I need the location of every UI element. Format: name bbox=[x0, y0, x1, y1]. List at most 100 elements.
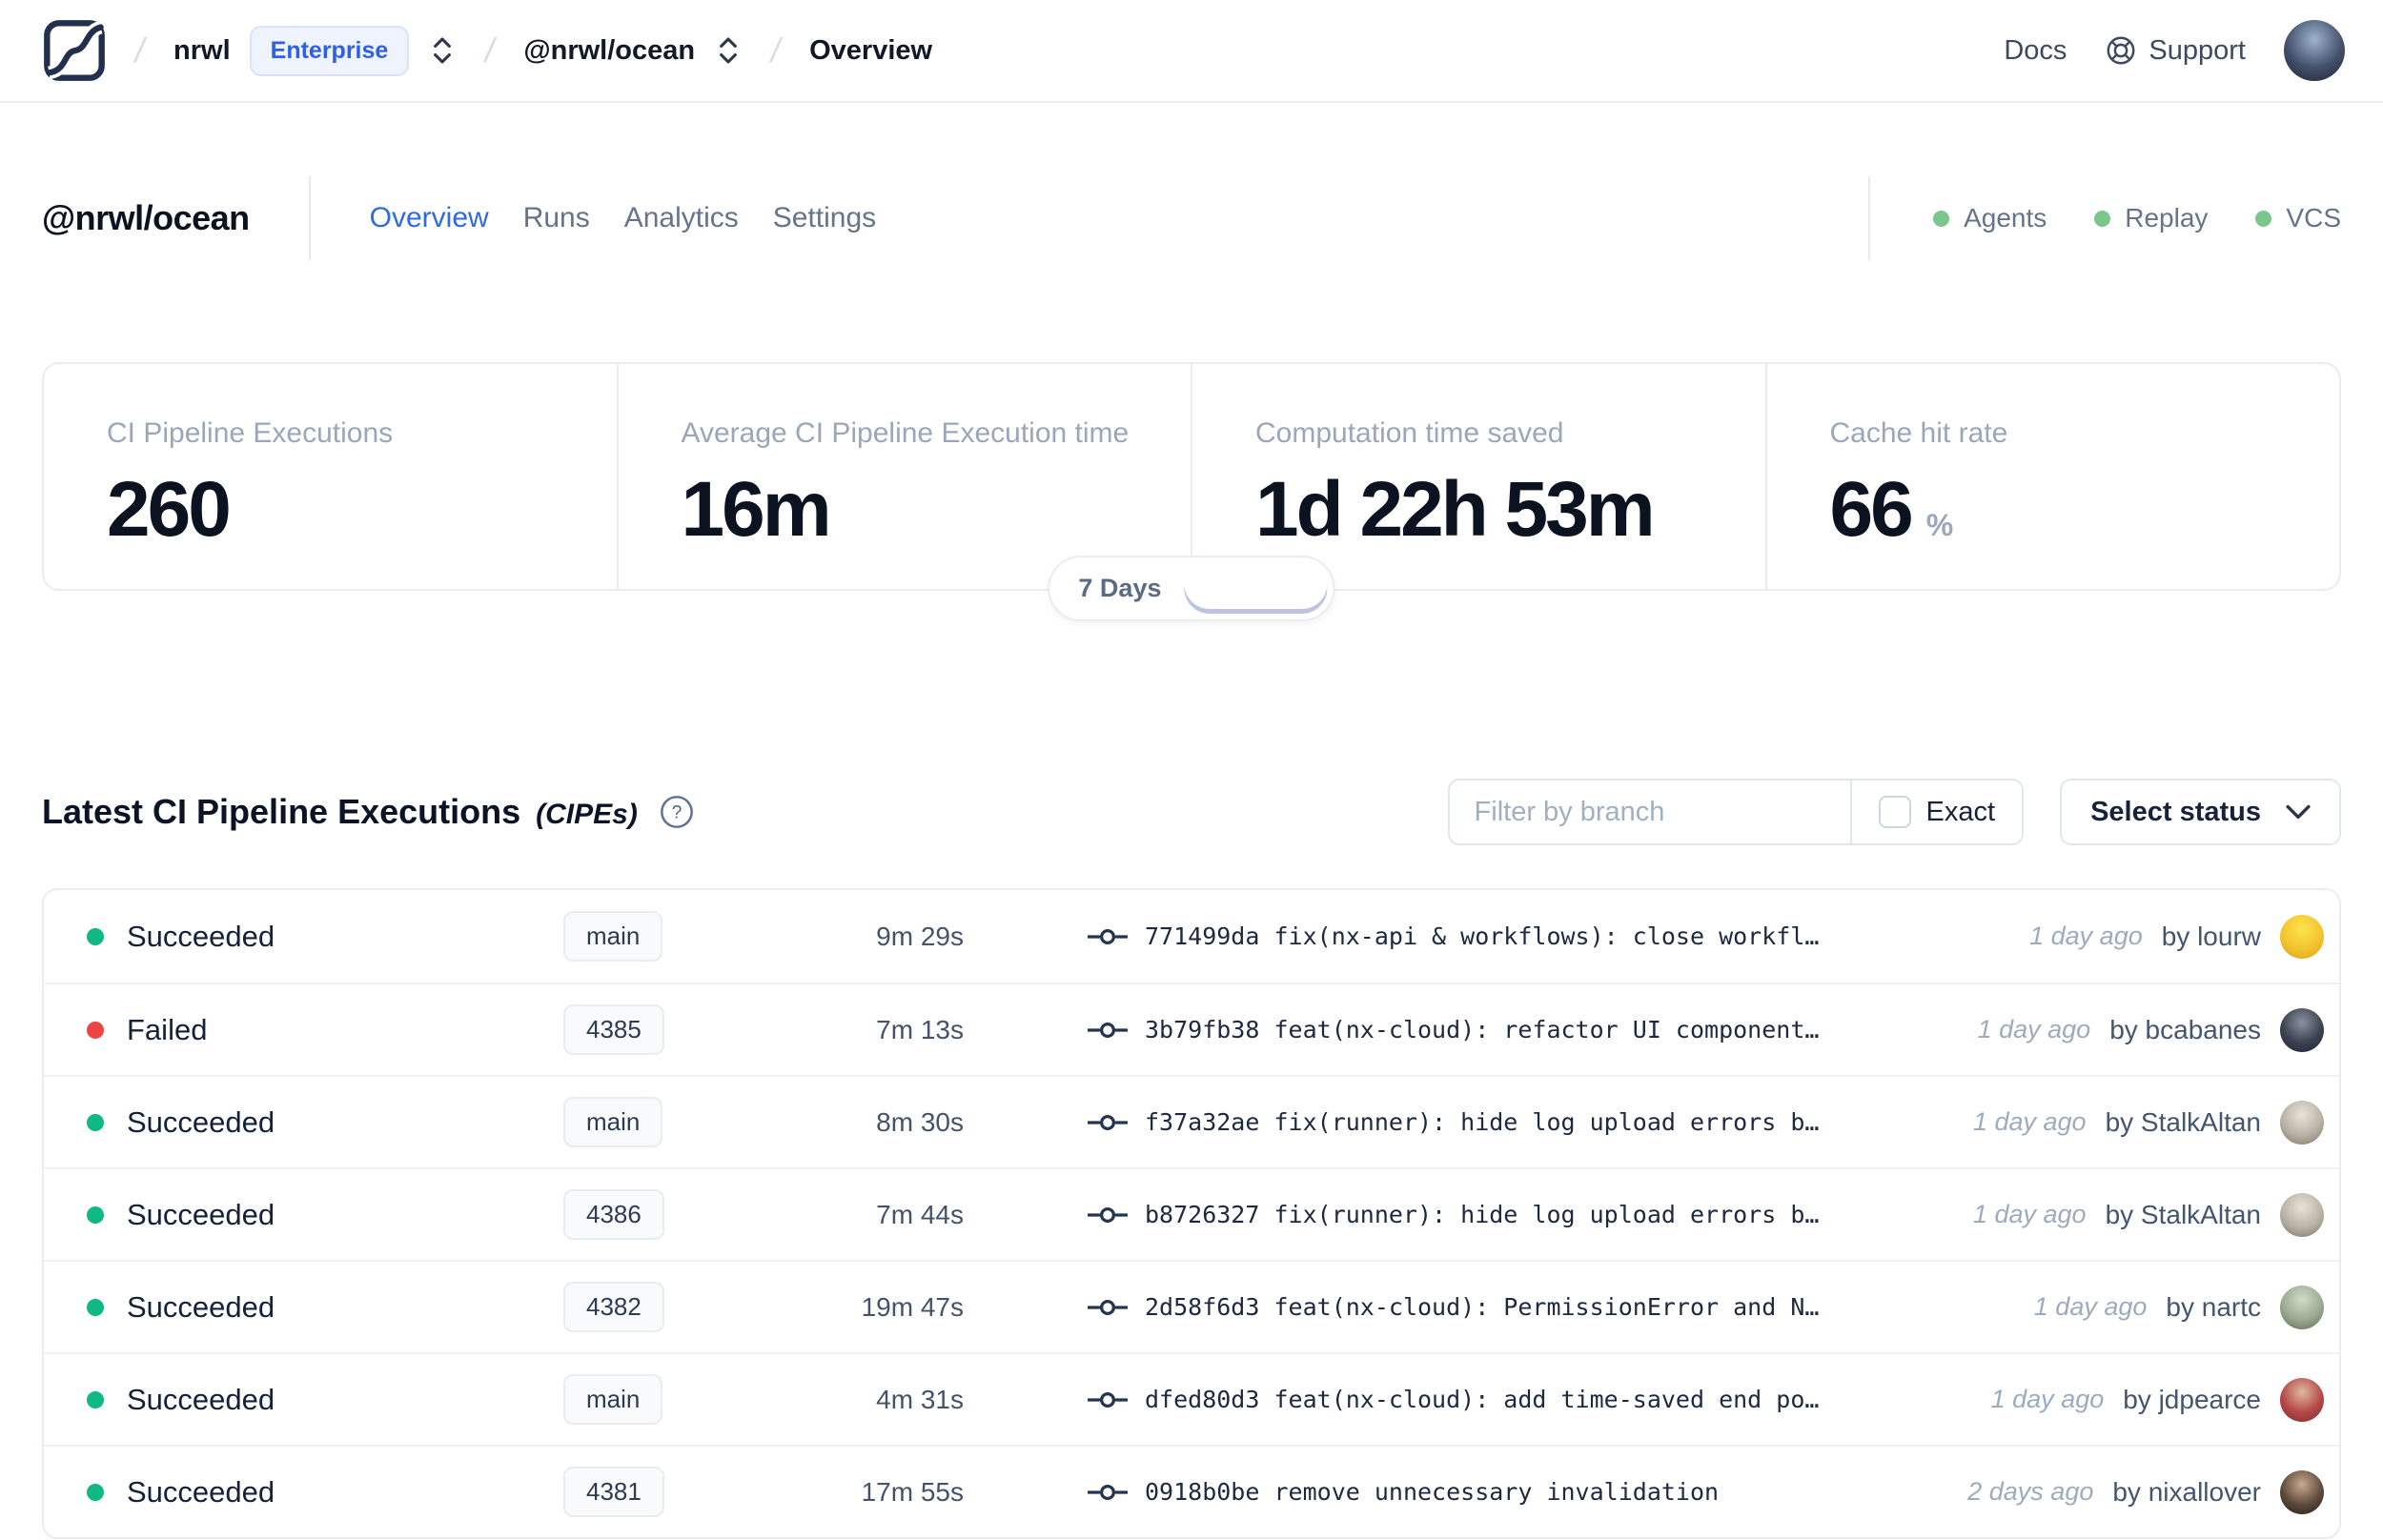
row-avatar bbox=[2280, 1100, 2324, 1145]
status-label: Succeeded bbox=[127, 1382, 275, 1416]
branch-cell: 4382 bbox=[520, 1282, 835, 1332]
stat-label: Average CI Pipeline Execution time bbox=[681, 417, 1130, 449]
workspace-tab[interactable]: Analytics bbox=[624, 202, 739, 234]
branch-filter-input[interactable] bbox=[1449, 780, 1850, 843]
docs-link[interactable]: Docs bbox=[2004, 35, 2067, 67]
table-row[interactable]: Succeeded 4382 19m 47s 2d58f6d3 feat(nx-… bbox=[44, 1260, 2339, 1352]
chevron-up-down-icon bbox=[720, 37, 737, 64]
status-dot bbox=[87, 927, 104, 945]
git-commit-icon bbox=[1088, 1299, 1128, 1315]
commit-cell: 2d58f6d3 feat(nx-cloud): PermissionError… bbox=[964, 1293, 2034, 1321]
breadcrumb-org[interactable]: nrwl bbox=[173, 35, 231, 67]
feature-label: Agents bbox=[1964, 203, 2047, 233]
workspace-tab[interactable]: Runs bbox=[523, 202, 590, 234]
table-row[interactable]: Succeeded 4386 7m 44s b8726327 fix(runne… bbox=[44, 1167, 2339, 1260]
status-select-button[interactable]: Select status bbox=[2060, 779, 2341, 845]
author: by bcabanes bbox=[2109, 1014, 2261, 1044]
feature-badge[interactable]: VCS bbox=[2255, 203, 2341, 233]
workspace-bar: @nrwl/ocean Overview Runs Analytics Sett… bbox=[42, 175, 2341, 261]
table-row[interactable]: Failed 4385 7m 13s 3b79fb38 feat(nx-clou… bbox=[44, 983, 2339, 1075]
status-dot bbox=[87, 1390, 104, 1408]
plan-badge[interactable]: Enterprise bbox=[249, 25, 410, 76]
branch-badge: 4386 bbox=[563, 1189, 664, 1240]
user-avatar[interactable] bbox=[2284, 20, 2345, 81]
section-title-text: Latest CI Pipeline Executions bbox=[42, 792, 521, 831]
table-row[interactable]: Succeeded main 8m 30s f37a32ae fix(runne… bbox=[44, 1075, 2339, 1167]
exact-checkbox[interactable] bbox=[1878, 796, 1911, 828]
workspace-tab[interactable]: Overview bbox=[370, 202, 489, 234]
row-avatar bbox=[2280, 1285, 2324, 1329]
commit-message: feat(nx-cloud): refactor UI component… bbox=[1273, 1016, 1820, 1044]
feature-status-dot bbox=[2255, 210, 2272, 227]
author: by StalkAltan bbox=[2105, 1106, 2261, 1137]
commit-text: 3b79fb38 feat(nx-cloud): refactor UI com… bbox=[1145, 1016, 1819, 1044]
commit-text: 2d58f6d3 feat(nx-cloud): PermissionError… bbox=[1145, 1293, 1819, 1321]
commit-hash: 0918b0be bbox=[1145, 1478, 1260, 1506]
status-dot bbox=[87, 1113, 104, 1131]
status-dot bbox=[87, 1206, 104, 1224]
author: by nartc bbox=[2166, 1291, 2261, 1322]
author: by nixallover bbox=[2112, 1476, 2261, 1507]
duration: 17m 55s bbox=[861, 1476, 964, 1507]
help-button[interactable]: ? bbox=[659, 794, 695, 830]
support-label: Support bbox=[2149, 34, 2246, 66]
branch-filter: Exact bbox=[1447, 779, 2025, 845]
stat-number: 260 bbox=[107, 466, 232, 553]
commit-hash: 3b79fb38 bbox=[1145, 1016, 1260, 1044]
stat-label: CI Pipeline Executions bbox=[107, 417, 394, 449]
breadcrumb-workspace[interactable]: @nrwl/ocean bbox=[523, 35, 695, 67]
breadcrumb-separator: / bbox=[767, 30, 784, 70]
stat-card: CI Pipeline Executions 260 bbox=[44, 364, 617, 589]
status-dot bbox=[87, 1298, 104, 1316]
meta-cell: 1 day ago by StalkAltan bbox=[1973, 1100, 2324, 1145]
divider bbox=[1868, 176, 1871, 260]
commit-cell: 3b79fb38 feat(nx-cloud): refactor UI com… bbox=[964, 1016, 1978, 1044]
breadcrumb-page[interactable]: Overview bbox=[809, 35, 932, 67]
table-row[interactable]: Succeeded 4381 17m 55s 0918b0be remove u… bbox=[44, 1445, 2339, 1537]
duration: 9m 29s bbox=[876, 921, 964, 951]
chevron-down-icon bbox=[2286, 804, 2311, 820]
stat-label: Cache hit rate bbox=[1829, 417, 2008, 449]
author: by jdpearce bbox=[2123, 1384, 2261, 1414]
range-toggle-option[interactable]: 7 Days bbox=[1055, 563, 1184, 614]
commit-text: 771499da fix(nx-api & workflows): close … bbox=[1145, 922, 1819, 950]
workspace-title: @nrwl/ocean bbox=[42, 198, 250, 237]
branch-badge: main bbox=[563, 1097, 663, 1147]
feature-status-dot bbox=[1933, 210, 1950, 227]
question-circle-icon: ? bbox=[660, 796, 693, 828]
workspace-tab[interactable]: Settings bbox=[773, 202, 876, 234]
exact-label: Exact bbox=[1925, 796, 1996, 827]
feature-badge[interactable]: Agents bbox=[1933, 203, 2047, 233]
meta-cell: 1 day ago by StalkAltan bbox=[1973, 1192, 2324, 1237]
stat-card: Cache hit rate 66 % bbox=[1764, 364, 2340, 589]
table-row[interactable]: Succeeded main 9m 29s 771499da fix(nx-ap… bbox=[44, 890, 2339, 983]
cipe-heading-row: Latest CI Pipeline Executions (CIPEs) ? … bbox=[42, 778, 2341, 846]
time-ago: 1 day ago bbox=[2029, 922, 2143, 950]
nx-cloud-logo[interactable] bbox=[42, 18, 107, 83]
feature-label: VCS bbox=[2286, 203, 2341, 233]
branch-cell: main bbox=[520, 1097, 835, 1147]
workspace-switcher-button[interactable] bbox=[714, 31, 743, 70]
table-row[interactable]: Succeeded main 4m 31s dfed80d3 feat(nx-c… bbox=[44, 1352, 2339, 1445]
range-toggle-option[interactable]: 30 Days bbox=[1184, 563, 1327, 614]
commit-message: fix(runner): hide log upload errors b… bbox=[1273, 1201, 1820, 1228]
commit-message: feat(nx-cloud): add time-saved end po… bbox=[1273, 1386, 1820, 1413]
row-avatar bbox=[2280, 1192, 2324, 1237]
git-commit-icon bbox=[1088, 1206, 1128, 1223]
stats-cards: CI Pipeline Executions 260 Average CI Pi… bbox=[42, 362, 2341, 621]
row-avatar bbox=[2280, 1469, 2324, 1514]
nx-cloud-logo-icon bbox=[44, 20, 105, 81]
org-switcher-button[interactable] bbox=[428, 31, 457, 70]
support-link[interactable]: Support bbox=[2105, 34, 2246, 67]
commit-message: remove unnecessary invalidation bbox=[1273, 1478, 1720, 1506]
time-ago: 1 day ago bbox=[1990, 1385, 2105, 1413]
workspace-tabs: Overview Runs Analytics Settings bbox=[370, 202, 877, 234]
meta-cell: 1 day ago by lourw bbox=[2029, 914, 2324, 959]
stat-number: 16m bbox=[681, 466, 832, 553]
feature-label: Replay bbox=[2125, 203, 2209, 233]
status-cell: Succeeded bbox=[87, 1198, 520, 1232]
stat-value: 66 % bbox=[1830, 465, 2340, 555]
svg-text:?: ? bbox=[672, 803, 682, 823]
feature-badge[interactable]: Replay bbox=[2094, 203, 2208, 233]
status-dot bbox=[87, 1483, 104, 1501]
